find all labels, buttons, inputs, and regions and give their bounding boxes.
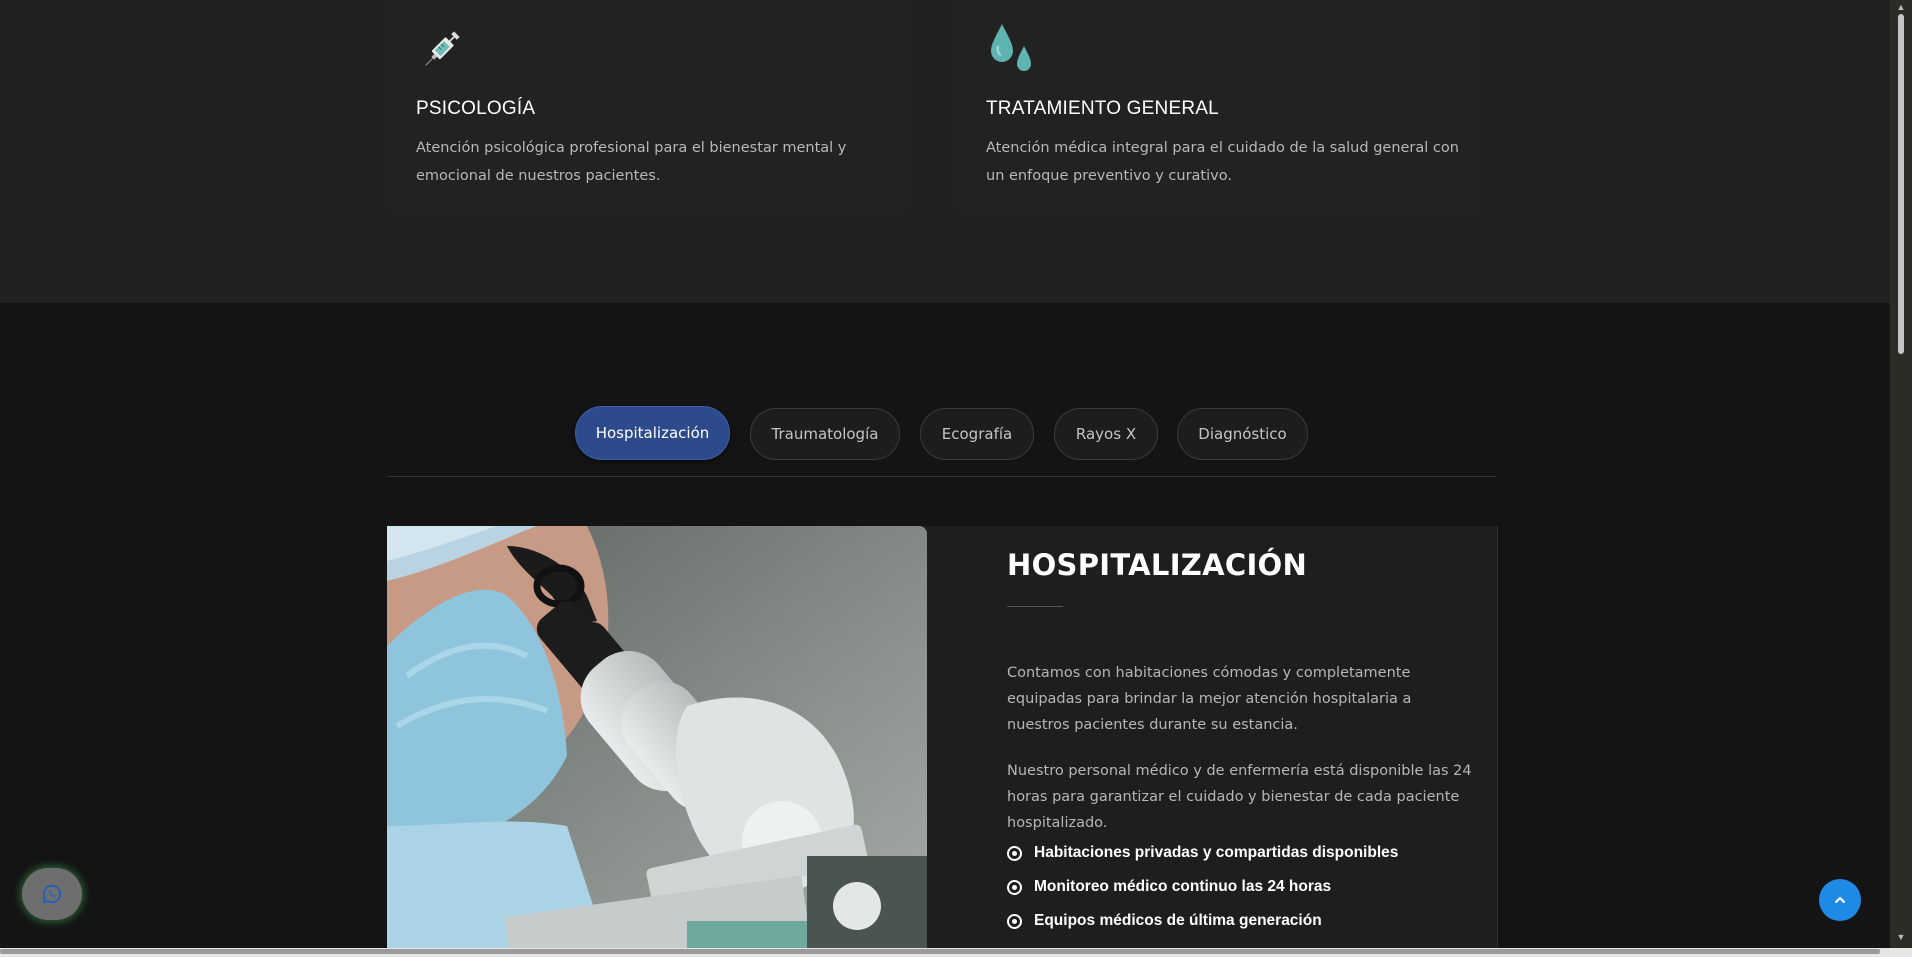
service-card-tratamiento-general: TRATAMIENTO GENERAL Atención médica inte…: [958, 0, 1478, 210]
description-paragraph: Nuestro personal médico y de enfermería …: [1007, 763, 1472, 831]
service-tabs: Hospitalización Traumatología Ecografía …: [0, 406, 1890, 466]
scroll-to-top-button[interactable]: [1819, 879, 1861, 921]
tab-diagnostico[interactable]: Diagnóstico: [1177, 408, 1308, 460]
description-paragraph: Contamos con habitaciones cómodas y comp…: [1007, 665, 1412, 733]
section-title: HOSPITALIZACIÓN: [1007, 548, 1308, 582]
service-description: Atención psicológica profesional para el…: [416, 140, 847, 184]
feature-item: Habitaciones privadas y compartidas disp…: [1007, 840, 1398, 866]
tab-content-panel: HOSPITALIZACIÓN Contamos con habitacione…: [387, 526, 1498, 948]
service-title: TRATAMIENTO GENERAL: [986, 98, 1219, 119]
tab-ecografia[interactable]: Ecografía: [920, 408, 1034, 460]
whatsapp-icon: [42, 884, 62, 904]
bullet-circle-icon: [1007, 913, 1022, 929]
feature-item: Equipos médicos de última generación: [1007, 908, 1322, 934]
title-underline: [1007, 606, 1063, 607]
chevron-up-icon: [1834, 896, 1846, 904]
scrollbar-thumb[interactable]: [1898, 14, 1904, 354]
whatsapp-button[interactable]: [22, 868, 82, 920]
scroll-up-arrow-icon[interactable]: ▲: [1896, 2, 1906, 12]
feature-label: Monitoreo médico continuo las 24 horas: [1034, 878, 1332, 895]
page-viewport: PSICOLOGÍA Atención psicológica profesio…: [0, 0, 1890, 948]
scrollbar-thumb[interactable]: [0, 949, 1880, 954]
feature-label: Equipos médicos de última generación: [1034, 912, 1322, 929]
water-drops-icon: [991, 24, 1031, 71]
bullet-circle-icon: [1007, 879, 1022, 895]
bullet-circle-icon: [1007, 845, 1022, 861]
service-title: PSICOLOGÍA: [416, 98, 536, 119]
scroll-down-arrow-icon[interactable]: ▼: [1896, 932, 1906, 942]
syringe-icon: [425, 31, 460, 66]
service-description: Atención médica integral para el cuidado…: [986, 140, 1459, 184]
horizontal-scrollbar[interactable]: [0, 948, 1890, 957]
feature-item: Monitoreo médico continuo las 24 horas: [1007, 874, 1331, 900]
scrollbar-corner: [1890, 948, 1912, 957]
tab-traumatologia[interactable]: Traumatología: [750, 408, 900, 460]
tab-rayos-x[interactable]: Rayos X: [1054, 408, 1158, 460]
services-section: PSICOLOGÍA Atención psicológica profesio…: [0, 0, 1890, 303]
service-card-psicologia: PSICOLOGÍA Atención psicológica profesio…: [388, 0, 908, 210]
tab-hospitalizacion[interactable]: Hospitalización: [575, 406, 730, 460]
doctor-microscope-photo: [387, 526, 927, 948]
tabs-divider: [387, 476, 1497, 477]
feature-label: Habitaciones privadas y compartidas disp…: [1034, 844, 1399, 861]
vertical-scrollbar[interactable]: ▲ ▼: [1890, 0, 1912, 948]
